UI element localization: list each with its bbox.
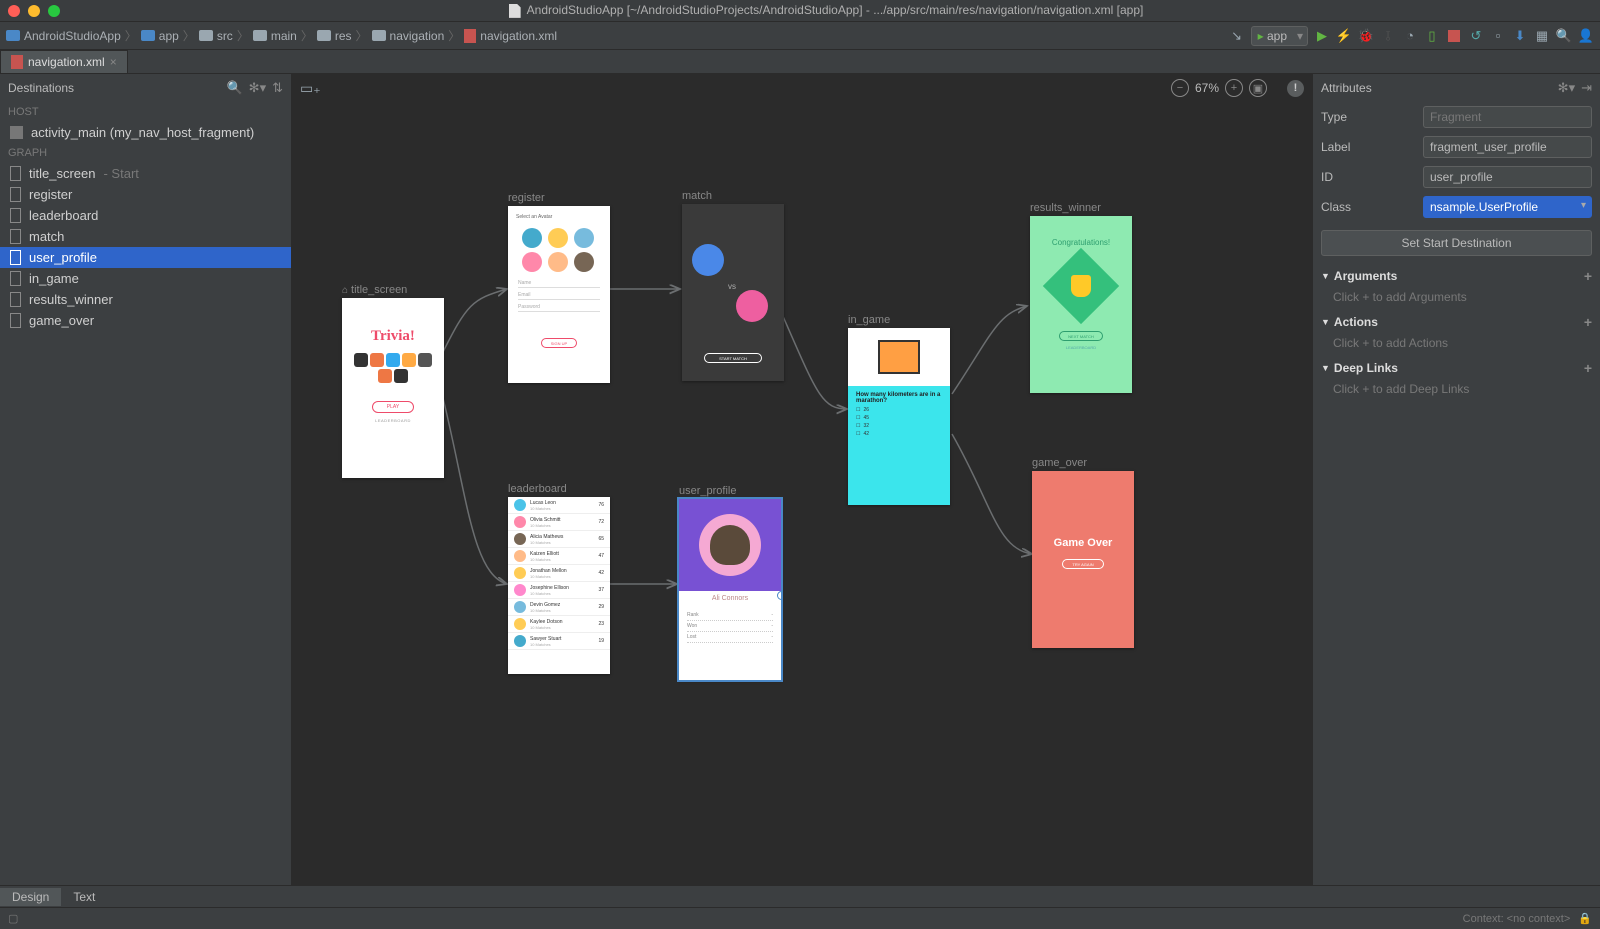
settings-icon[interactable]: ✻▾ [249,80,266,96]
node-register[interactable]: register Select an Avatar NameEmailPassw… [508,192,610,383]
node-title-screen[interactable]: ⌂title_screen Trivia! PLAY LEADERBOARD [342,284,444,478]
search-icon[interactable]: 🔍 [1556,28,1572,44]
node-in-game[interactable]: in_game How many kilometers are in a mar… [848,314,950,505]
close-window-button[interactable] [8,5,20,17]
graph-section-label: GRAPH [0,143,291,163]
traffic-lights [8,5,60,17]
dest-title-screen[interactable]: title_screen - Start [0,163,291,184]
close-tab-icon[interactable]: × [110,55,117,69]
stop-button[interactable] [1446,28,1462,44]
new-destination-icon[interactable]: ▭₊ [300,80,321,97]
editor-mode-tabs: Design Text [0,885,1600,907]
dest-in-game[interactable]: in_game [0,268,291,289]
dest-user-profile[interactable]: user_profile [0,247,291,268]
dest-game-over[interactable]: game_over [0,310,291,331]
host-activity-item[interactable]: activity_main (my_nav_host_fragment) [0,122,291,143]
settings-icon[interactable]: ✻▾ [1558,80,1575,96]
attach-icon[interactable]: ▯ [1424,28,1440,44]
minimize-panel-icon[interactable]: ⇥ [1581,80,1592,96]
run-config-selector[interactable]: ▸ app [1251,26,1308,46]
node-user-profile[interactable]: user_profile Ali Connors Rank-Won-Lost- [679,485,781,680]
avatar-icon[interactable]: 👤 [1578,28,1594,44]
zoom-level: 67% [1195,81,1219,95]
dest-leaderboard[interactable]: leaderboard [0,205,291,226]
profiler-icon[interactable]: ⫱ [1380,28,1396,44]
label-input[interactable] [1423,136,1592,158]
host-section-label: HOST [0,102,291,122]
arguments-section[interactable]: ▼Arguments+ [1313,264,1600,288]
zoom-out-button[interactable]: − [1171,79,1189,97]
xml-file-icon [11,55,23,69]
search-icon[interactable]: 🔍 [226,80,242,96]
build-icon[interactable]: ↘ [1229,28,1245,44]
home-icon: ⌂ [342,285,348,296]
status-bar: ▢ Context: <no context> 🔒 [0,907,1600,929]
minimize-window-button[interactable] [28,5,40,17]
apply-changes-icon[interactable]: ⚡ [1336,28,1352,44]
deeplinks-section[interactable]: ▼Deep Links+ [1313,356,1600,380]
attributes-panel: Attributes ✻▾ ⇥ Type Label ID Class Set … [1312,74,1600,885]
sdk-icon[interactable]: ⬇ [1512,28,1528,44]
node-match[interactable]: match vs START MATCH [682,190,784,381]
attributes-title: Attributes [1321,81,1552,95]
add-deeplink-icon[interactable]: + [1584,360,1592,376]
zoom-in-button[interactable]: + [1225,79,1243,97]
window-title-bar: AndroidStudioApp [~/AndroidStudioProject… [0,0,1600,22]
tab-label: navigation.xml [28,55,105,69]
destinations-panel: Destinations 🔍 ✻▾ ⇅ HOST activity_main (… [0,74,292,885]
tool-window-icon[interactable]: ▢ [8,912,18,925]
class-dropdown[interactable] [1423,196,1592,218]
tab-navigation-xml[interactable]: navigation.xml × [0,50,128,73]
zoom-fit-button[interactable]: ▣ [1249,79,1267,97]
node-results-winner[interactable]: results_winner Congratulations! NEXT MAT… [1030,202,1132,393]
node-leaderboard[interactable]: leaderboard Lucas Leon10 Matches76Olivia… [508,483,610,674]
dest-match[interactable]: match [0,226,291,247]
set-start-destination-button[interactable]: Set Start Destination [1321,230,1592,256]
warnings-icon[interactable]: ! [1287,80,1304,97]
text-tab[interactable]: Text [61,888,107,906]
main-toolbar: AndroidStudioApp〉 app〉 src〉 main〉 res〉 n… [0,22,1600,50]
type-input [1423,106,1592,128]
actions-section[interactable]: ▼Actions+ [1313,310,1600,334]
sort-icon[interactable]: ⇅ [272,80,283,96]
window-title: AndroidStudioApp [~/AndroidStudioProject… [60,3,1592,18]
node-game-over[interactable]: game_over Game Over TRY AGAIN [1032,457,1134,648]
debug-button[interactable]: 🐞 [1358,28,1374,44]
action-handle[interactable] [777,591,781,600]
sync-icon[interactable]: ↺ [1468,28,1484,44]
dest-results-winner[interactable]: results_winner [0,289,291,310]
destinations-title: Destinations [8,81,220,95]
context-label[interactable]: Context: <no context> [1463,913,1571,925]
avd-icon[interactable]: ▫ [1490,28,1506,44]
structure-icon[interactable]: ▦ [1534,28,1550,44]
lock-icon[interactable]: 🔒 [1578,912,1592,925]
profiler2-icon[interactable]: ◔ [1402,28,1418,44]
add-argument-icon[interactable]: + [1584,268,1592,284]
editor-tabs: navigation.xml × [0,50,1600,74]
maximize-window-button[interactable] [48,5,60,17]
navigation-canvas[interactable]: ▭₊ − 67% + ▣ ! [292,74,1312,885]
design-tab[interactable]: Design [0,888,61,906]
add-action-icon[interactable]: + [1584,314,1592,330]
breadcrumbs[interactable]: AndroidStudioApp〉 app〉 src〉 main〉 res〉 n… [6,27,557,44]
dest-register[interactable]: register [0,184,291,205]
id-input[interactable] [1423,166,1592,188]
run-button[interactable]: ▶ [1314,28,1330,44]
